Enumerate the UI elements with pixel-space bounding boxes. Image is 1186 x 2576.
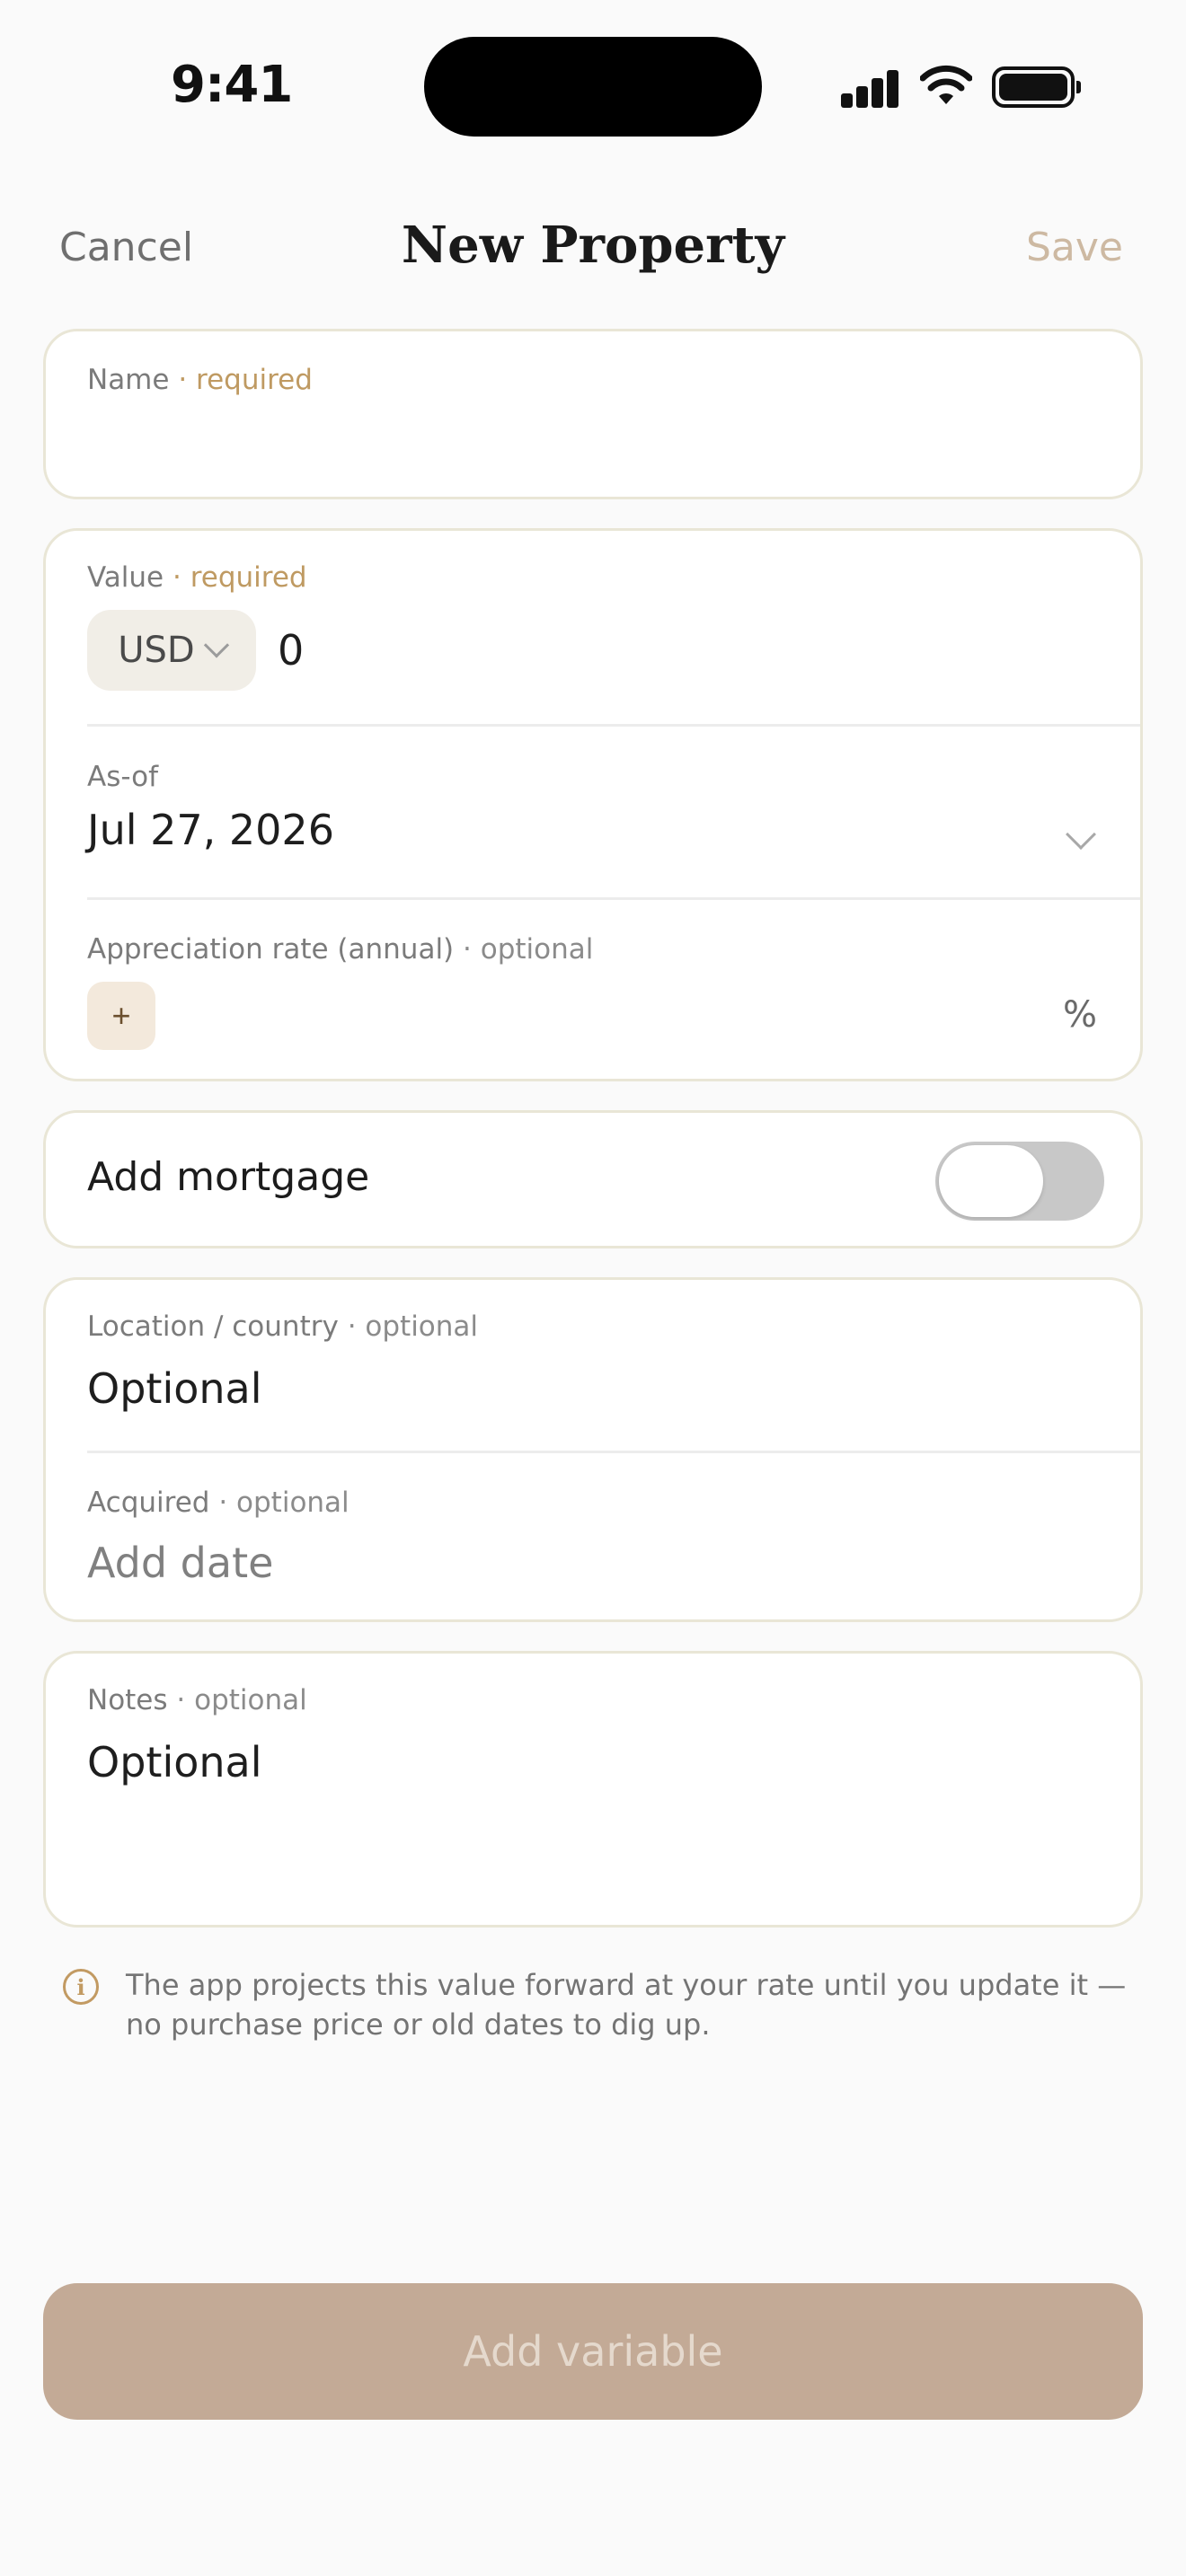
- optional-tag: · optional: [463, 933, 594, 966]
- dynamic-island: [424, 37, 762, 137]
- info-note: The app projects this value forward at y…: [126, 1968, 1127, 2042]
- currency-code: USD: [118, 630, 195, 671]
- appreciation-input[interactable]: [181, 980, 1061, 1052]
- optional-tag: · optional: [218, 1486, 350, 1519]
- add-variable-button[interactable]: Add variable: [43, 2283, 1143, 2420]
- location-label: Location / country · optional: [87, 1310, 479, 1343]
- location-input[interactable]: Optional: [87, 1364, 262, 1413]
- battery-icon: [992, 66, 1081, 108]
- required-tag: · required: [173, 561, 307, 594]
- notes-card: Notes · optional Optional: [43, 1651, 1143, 1928]
- as-of-date[interactable]: Jul 27, 2026: [87, 806, 334, 854]
- value-card: Value · required USD 0 As-of Jul 27, 202…: [43, 528, 1143, 1081]
- location-card: Location / country · optional Optional A…: [43, 1277, 1143, 1622]
- status-time: 9:41: [171, 56, 293, 114]
- percent-unit: %: [1062, 994, 1097, 1036]
- required-tag: · required: [178, 364, 313, 396]
- optional-tag: · optional: [347, 1310, 479, 1343]
- optional-tag: · optional: [176, 1684, 307, 1716]
- name-card: Name · required: [43, 329, 1143, 499]
- mortgage-label: Add mortgage: [87, 1154, 370, 1200]
- acquired-date-input[interactable]: Add date: [87, 1539, 273, 1587]
- mortgage-toggle[interactable]: [935, 1142, 1104, 1221]
- wifi-icon: [920, 65, 972, 104]
- sign-toggle-button[interactable]: +: [87, 982, 155, 1050]
- value-label: Value · required: [87, 561, 307, 594]
- appreciation-label: Appreciation rate (annual) · optional: [87, 933, 594, 966]
- chevron-down-icon[interactable]: [1066, 819, 1096, 850]
- divider: [87, 1451, 1140, 1453]
- divider: [87, 724, 1140, 727]
- currency-picker[interactable]: USD: [87, 610, 256, 691]
- chevron-down-icon: [203, 632, 229, 658]
- acquired-label: Acquired · optional: [87, 1486, 350, 1519]
- page-title: New Property: [401, 216, 785, 275]
- name-label: Name · required: [87, 364, 313, 396]
- value-input[interactable]: 0: [278, 626, 304, 675]
- as-of-label: As-of: [87, 761, 158, 793]
- notes-textarea[interactable]: Optional: [87, 1738, 1093, 1900]
- info-icon: i: [63, 1969, 99, 2005]
- cellular-signal-icon: [841, 68, 900, 108]
- save-button[interactable]: Save: [1026, 225, 1123, 270]
- mortgage-card: Add mortgage: [43, 1110, 1143, 1248]
- name-input[interactable]: [87, 412, 1093, 475]
- notes-label: Notes · optional: [87, 1684, 307, 1716]
- divider: [87, 897, 1140, 900]
